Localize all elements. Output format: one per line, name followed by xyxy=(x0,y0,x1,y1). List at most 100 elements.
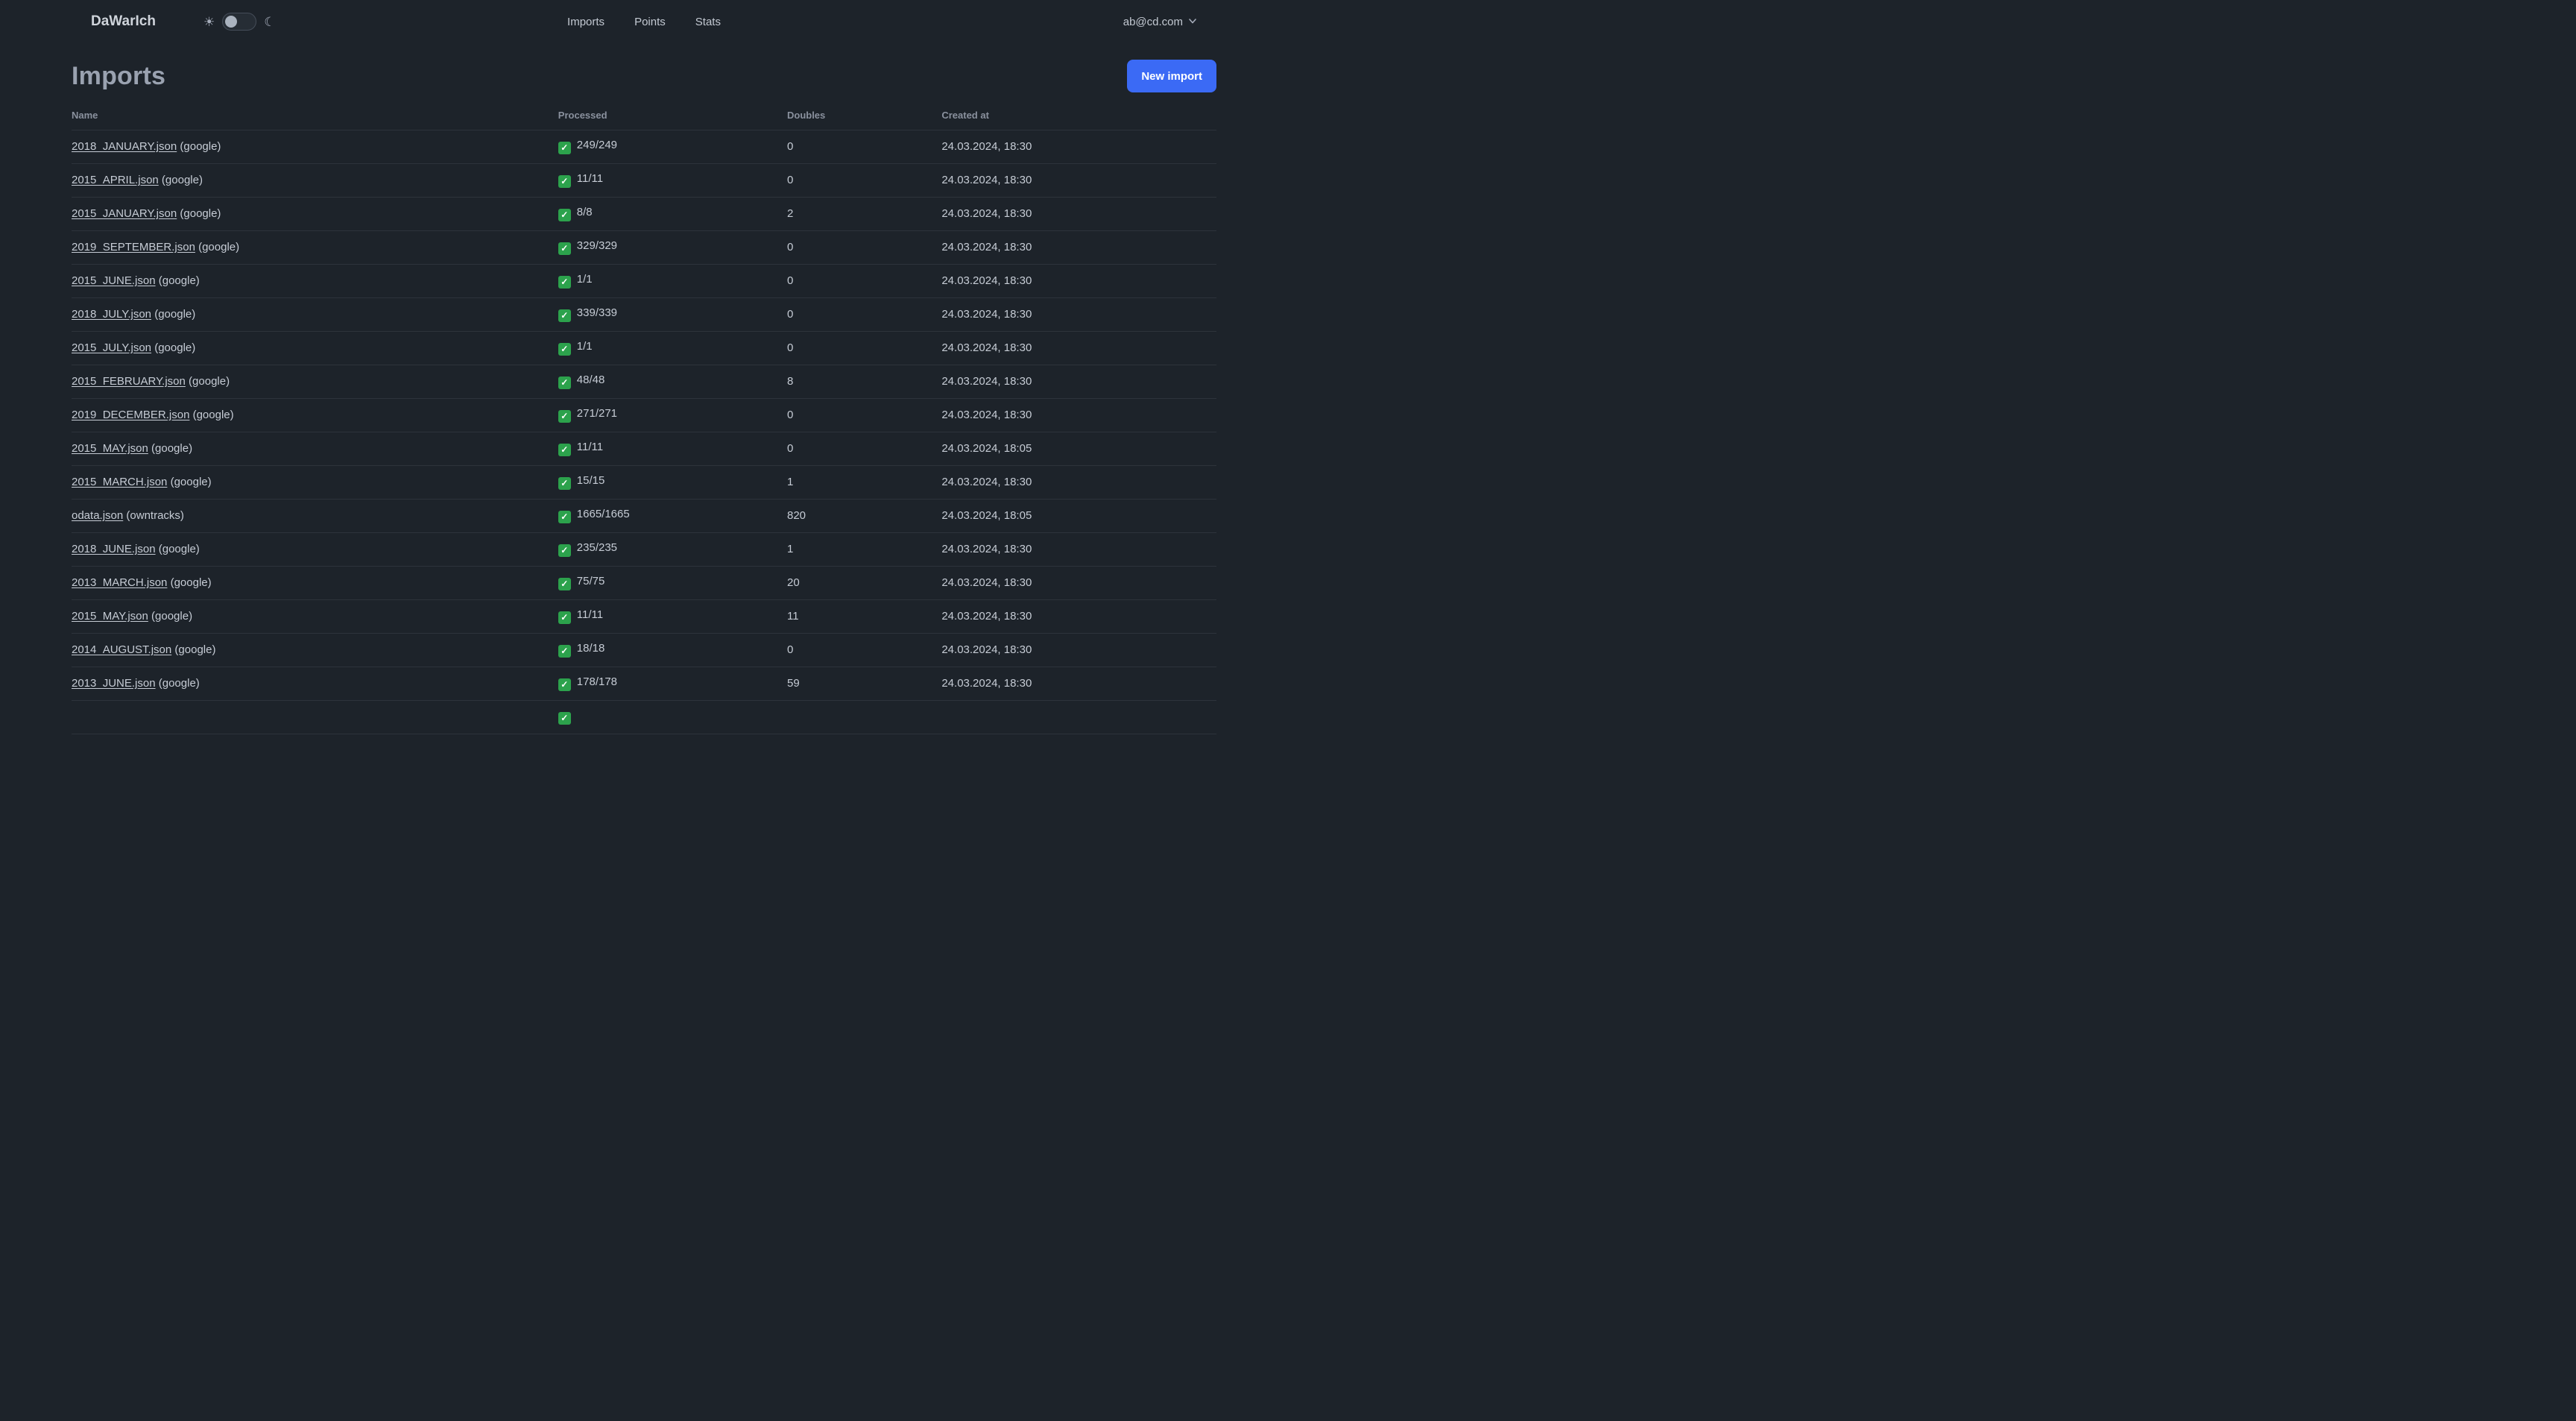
table-row: 2014_AUGUST.json (google) 18/18 024.03.202… xyxy=(72,633,1216,667)
created-at-cell: 24.03.2024, 18:30 xyxy=(941,398,1216,432)
import-file-link[interactable]: 2019_SEPTEMBER.json xyxy=(72,241,195,253)
imports-table: Name Processed Doubles Created at 2018_JANU… xyxy=(72,104,1216,734)
import-file-link[interactable]: 2015_MAY.json xyxy=(72,442,148,455)
created-at-cell: 24.03.2024, 18:30 xyxy=(941,230,1216,265)
processed-cell: 339/339 xyxy=(558,297,787,332)
doubles-cell: 0 xyxy=(786,297,942,332)
processed-count: 1/1 xyxy=(576,273,593,286)
nav-link-imports[interactable]: Imports xyxy=(567,16,604,28)
name-cell: 2018_JULY.json (google) xyxy=(72,297,558,332)
processed-count: 329/329 xyxy=(576,239,618,253)
sun-icon: ☀ xyxy=(203,14,215,29)
created-at-cell: 24.03.2024, 18:30 xyxy=(941,264,1216,298)
import-source: (google) xyxy=(155,274,200,287)
import-file-link[interactable]: 2015_APRIL.json xyxy=(72,174,159,186)
import-file-link[interactable]: 2019_DECEMBER.json xyxy=(72,409,189,421)
check-icon xyxy=(558,476,571,490)
processed-count: 11/11 xyxy=(576,608,604,622)
table-row: 2013_MARCH.json (google) 75/75 2024.03.202… xyxy=(72,566,1216,600)
import-file-link[interactable]: 2015_MARCH.json xyxy=(72,476,167,488)
check-icon xyxy=(558,510,571,523)
doubles-cell: 20 xyxy=(786,566,942,600)
name-cell: 2013_JUNE.json (google) xyxy=(72,667,558,701)
check-icon xyxy=(558,242,571,255)
page-title: Imports xyxy=(72,61,166,90)
import-source: (google) xyxy=(151,308,196,321)
check-icon xyxy=(558,309,571,322)
user-email: ab@cd.com xyxy=(1123,15,1183,28)
created-at-cell: 24.03.2024, 18:30 xyxy=(941,532,1216,567)
import-file-link[interactable]: 2018_JANUARY.json xyxy=(72,140,177,153)
check-icon xyxy=(558,275,571,289)
import-file-link[interactable]: 2015_MAY.json xyxy=(72,610,148,623)
import-file-link[interactable]: 2015_JULY.json xyxy=(72,341,151,354)
check-icon xyxy=(558,409,571,423)
nav-link-stats[interactable]: Stats xyxy=(695,16,721,28)
import-file-link[interactable]: 2015_JANUARY.json xyxy=(72,207,177,220)
created-at-cell: 24.03.2024, 18:30 xyxy=(941,566,1216,600)
imports-page: Imports New import Name Processed Doubles C… xyxy=(0,60,1288,734)
table-row: 2015_APRIL.json (google) 11/11 024.03.2024… xyxy=(72,163,1216,198)
import-file-link[interactable]: 2015_JUNE.json xyxy=(72,274,156,287)
table-row: 2015_MAY.json (google) 11/11 024.03.2024, … xyxy=(72,432,1216,466)
import-file-link[interactable]: 2014_AUGUST.json xyxy=(72,643,171,656)
import-source: (google) xyxy=(158,174,203,186)
processed-count: 75/75 xyxy=(576,575,605,588)
import-file-link[interactable]: 2013_JUNE.json xyxy=(72,677,156,690)
created-at-cell: 24.03.2024, 18:30 xyxy=(941,633,1216,667)
import-source: (google) xyxy=(195,241,240,253)
column-header: Doubles xyxy=(786,104,942,130)
import-source: (google) xyxy=(189,409,234,421)
processed-count: 339/339 xyxy=(576,306,618,320)
processed-cell: 8/8 xyxy=(558,197,787,231)
check-icon xyxy=(558,644,571,658)
new-import-button[interactable]: New import xyxy=(1127,60,1216,92)
import-file-link[interactable]: 2013_MARCH.json xyxy=(72,576,167,589)
import-file-link[interactable]: odata.json xyxy=(72,509,123,522)
chevron-down-icon xyxy=(1188,16,1197,28)
check-icon xyxy=(558,678,571,691)
name-cell: 2015_MARCH.json (google) xyxy=(72,465,558,500)
table-row: 2018_JUNE.json (google) 235/235 124.03.202… xyxy=(72,532,1216,567)
name-cell: 2014_AUGUST.json (google) xyxy=(72,633,558,667)
processed-count: 15/15 xyxy=(576,474,605,488)
processed-count: 271/271 xyxy=(576,407,618,420)
app-logo[interactable]: DaWarIch xyxy=(91,13,156,30)
theme-switcher: ☀ ☾ xyxy=(203,13,276,31)
page-header: Imports New import xyxy=(72,60,1216,92)
doubles-cell: 1 xyxy=(786,465,942,500)
doubles-cell: 0 xyxy=(786,264,942,298)
user-menu[interactable]: ab@cd.com xyxy=(1123,16,1197,28)
import-source: (google) xyxy=(177,207,221,220)
import-source: (owntracks) xyxy=(123,509,184,522)
doubles-cell: 1 xyxy=(786,532,942,567)
name-cell: odata.json (owntracks) xyxy=(72,499,558,533)
main-nav: Imports Points Stats xyxy=(567,0,721,43)
processed-cell: 249/249 xyxy=(558,130,787,164)
moon-icon: ☾ xyxy=(264,14,276,29)
name-cell: 2019_DECEMBER.json (google) xyxy=(72,398,558,432)
doubles-cell: 59 xyxy=(786,667,942,701)
name-cell: 2015_APRIL.json (google) xyxy=(72,163,558,198)
processed-count: 1/1 xyxy=(576,340,593,353)
processed-count: 48/48 xyxy=(576,374,605,387)
import-source: (google) xyxy=(167,476,212,488)
check-icon xyxy=(558,376,571,389)
doubles-cell: 2 xyxy=(786,197,942,231)
theme-toggle[interactable] xyxy=(222,13,257,31)
created-at-cell: 24.03.2024, 18:30 xyxy=(941,667,1216,701)
processed-cell: 11/11 xyxy=(558,432,787,466)
import-file-link[interactable]: 2015_FEBRUARY.json xyxy=(72,375,186,388)
import-source: (google) xyxy=(171,643,216,656)
processed-count: 18/18 xyxy=(576,642,605,655)
created-at-cell: 24.03.2024, 18:30 xyxy=(941,163,1216,198)
processed-cell: 11/11 xyxy=(558,599,787,634)
processed-count: 11/11 xyxy=(576,441,604,454)
import-file-link[interactable]: 2018_JULY.json xyxy=(72,308,151,321)
import-file-link[interactable]: 2018_JUNE.json xyxy=(72,543,156,555)
check-icon xyxy=(558,174,571,188)
nav-link-points[interactable]: Points xyxy=(634,16,666,28)
name-cell: 2015_JULY.json (google) xyxy=(72,331,558,365)
check-icon xyxy=(558,443,571,456)
doubles-cell xyxy=(786,700,942,734)
